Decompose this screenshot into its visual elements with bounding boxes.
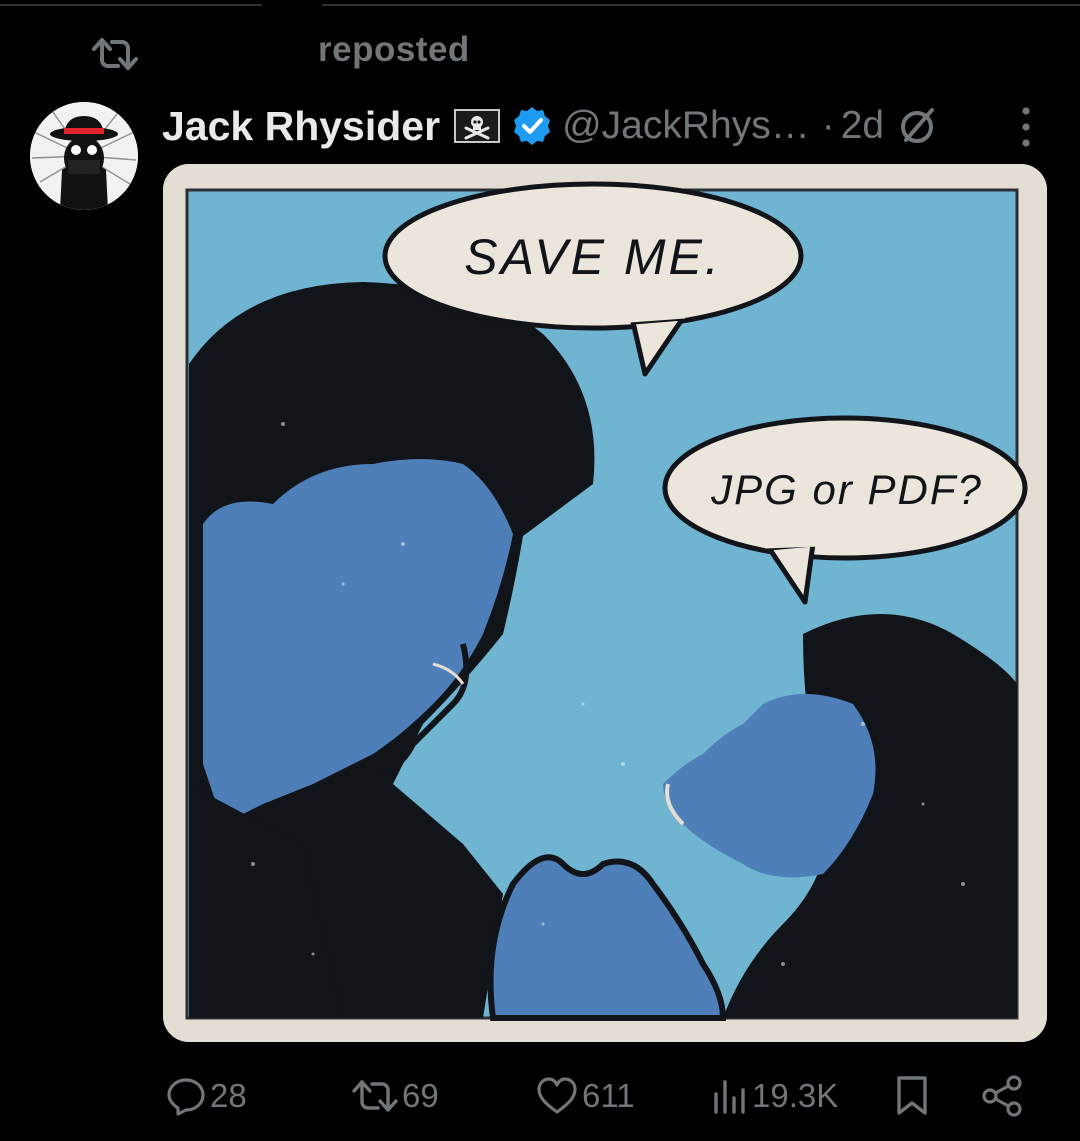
reply-button[interactable]: 28 <box>166 1064 247 1128</box>
like-button[interactable]: 611 <box>536 1064 635 1128</box>
author-name[interactable]: Jack Rhysider <box>162 103 440 150</box>
pirate-flag-icon <box>454 109 501 143</box>
verified-badge-icon <box>514 107 551 145</box>
more-options-icon[interactable] <box>1014 104 1038 150</box>
bubble-1-text: SAVE ME. <box>464 229 721 285</box>
bubble-2-text: JPG or PDF? <box>710 466 983 513</box>
views-count: 19.3K <box>752 1077 839 1114</box>
top-divider-left <box>0 4 262 6</box>
heart-icon <box>537 1077 577 1114</box>
bookmark-button[interactable] <box>894 1064 930 1128</box>
avatar[interactable] <box>30 102 138 210</box>
reply-count: 28 <box>210 1077 247 1114</box>
repost-icon <box>352 1080 398 1112</box>
author-handle[interactable]: @JackRhys… <box>562 104 810 148</box>
repost-context-label: reposted <box>318 30 470 69</box>
grok-icon[interactable] <box>898 106 938 146</box>
bookmark-icon <box>897 1076 927 1115</box>
top-divider-right <box>322 4 1080 6</box>
like-count: 611 <box>582 1077 635 1114</box>
post-image[interactable]: SAVE ME. JPG or PDF? <box>163 164 1047 1042</box>
separator-dot: · <box>821 104 835 147</box>
post-timestamp[interactable]: 2d <box>841 104 884 148</box>
views-chart-icon <box>714 1080 745 1114</box>
share-icon <box>982 1075 1022 1117</box>
repost-count: 69 <box>402 1077 439 1114</box>
share-button[interactable] <box>980 1064 1024 1128</box>
views-button[interactable]: 19.3K <box>712 1064 838 1128</box>
repost-button[interactable]: 69 <box>352 1064 439 1128</box>
action-bar: 28 69 611 19.3K <box>0 1064 1080 1128</box>
repost-icon <box>92 38 138 70</box>
reply-icon <box>167 1078 205 1116</box>
post-header: Jack Rhysider @JackRhys… · 2d <box>162 98 938 154</box>
